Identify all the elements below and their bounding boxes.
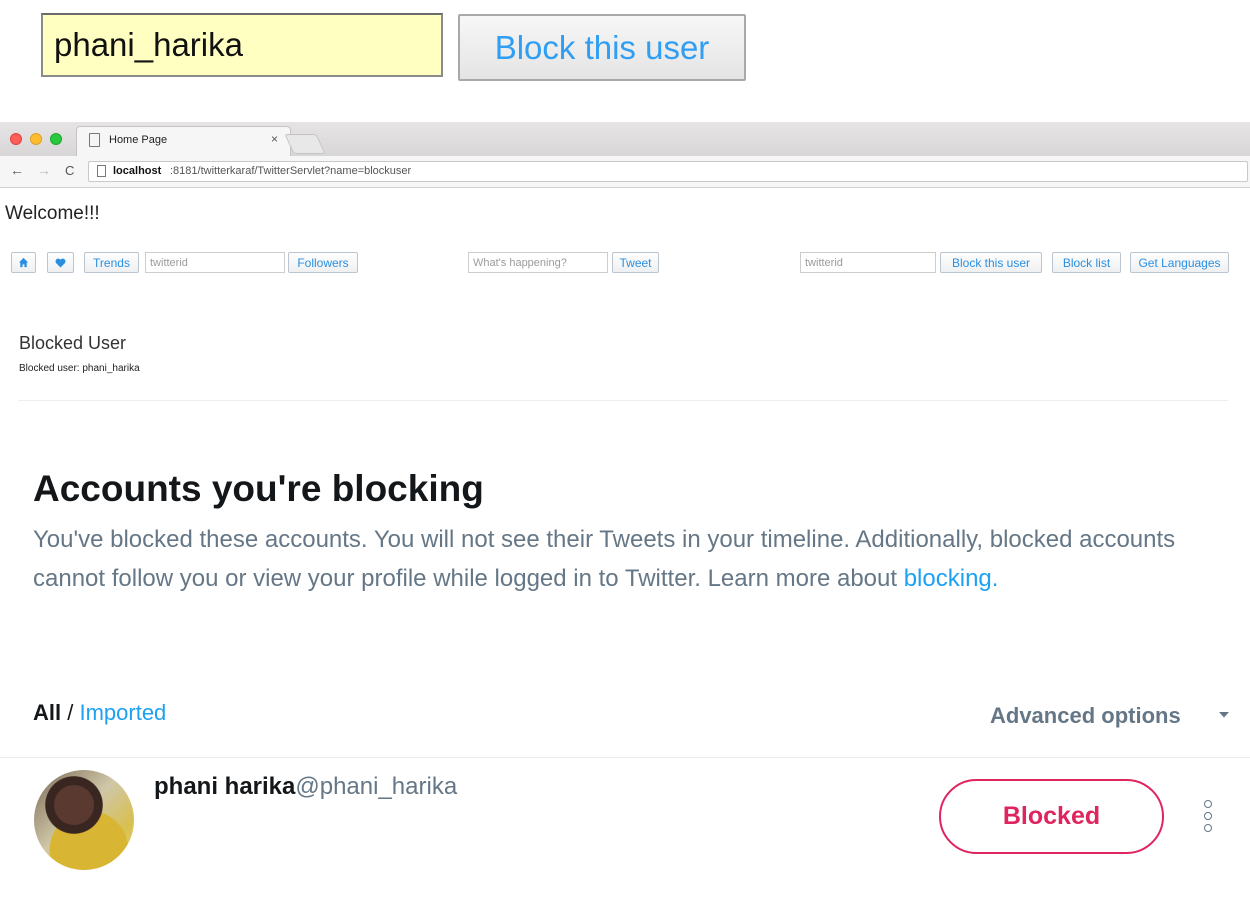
dot [1204, 800, 1212, 808]
heart-icon [55, 258, 66, 268]
learn-blocking-link[interactable]: blocking. [904, 565, 999, 592]
divider [0, 757, 1250, 758]
zoomed-block-user-button[interactable]: Block this user [458, 14, 746, 81]
filter-separator: / [61, 700, 80, 725]
account-name[interactable]: phani harika@phani_harika [154, 773, 457, 801]
caret-down-icon[interactable] [1218, 711, 1230, 719]
filter-imported[interactable]: Imported [79, 700, 166, 725]
dot [1204, 824, 1212, 832]
followers-twitterid-input[interactable] [145, 252, 285, 273]
forward-arrow-icon[interactable]: → [37, 162, 51, 178]
url-path: :8181/twitterkaraf/TwitterServlet?name=b… [170, 165, 412, 177]
block-user-button[interactable]: Block this user [940, 252, 1042, 273]
close-window-icon[interactable] [10, 133, 22, 145]
tweet-button[interactable]: Tweet [612, 252, 659, 273]
page-icon [89, 133, 100, 147]
account-display-name[interactable]: phani harika [154, 773, 295, 800]
favorites-button[interactable] [47, 252, 74, 273]
result-text: Blocked user: phani_harika [19, 363, 140, 374]
browser-toolbar: ← → C localhost :8181/twitterkaraf/Twitt… [0, 156, 1250, 188]
blocked-button[interactable]: Blocked [939, 779, 1164, 854]
result-title: Blocked User [19, 333, 127, 353]
tab-title: Home Page [109, 134, 168, 146]
home-icon [18, 257, 29, 268]
filter-all[interactable]: All [33, 700, 61, 725]
description-text: You've blocked these accounts. You will … [33, 526, 1176, 592]
back-arrow-icon[interactable]: ← [10, 162, 24, 178]
page-icon [97, 165, 106, 177]
dot [1204, 812, 1212, 820]
tweet-input[interactable] [468, 252, 608, 273]
minimize-window-icon[interactable] [30, 133, 42, 145]
blocking-description: You've blocked these accounts. You will … [33, 520, 1243, 598]
divider [18, 400, 1228, 401]
address-bar[interactable]: localhost :8181/twitterkaraf/TwitterServ… [88, 161, 1248, 182]
url-host: localhost [113, 165, 162, 177]
trends-button[interactable]: Trends [84, 252, 139, 273]
browser-tab-home[interactable]: Home Page × [76, 126, 291, 156]
account-handle[interactable]: @phani_harika [295, 773, 457, 800]
zoomed-twitterid-input[interactable] [41, 13, 443, 77]
avatar[interactable] [34, 770, 134, 870]
block-twitterid-input[interactable] [800, 252, 936, 273]
reload-icon[interactable]: C [65, 163, 74, 178]
home-button[interactable] [11, 252, 36, 273]
advanced-options-dropdown[interactable]: Advanced options [990, 703, 1181, 729]
get-languages-button[interactable]: Get Languages [1130, 252, 1229, 273]
tab-close-icon[interactable]: × [271, 132, 278, 146]
more-options-icon[interactable] [1203, 800, 1213, 834]
account-filter: All / Imported [33, 700, 166, 726]
welcome-heading: Welcome!!! [5, 203, 100, 224]
followers-button[interactable]: Followers [288, 252, 358, 273]
block-list-button[interactable]: Block list [1052, 252, 1121, 273]
blocking-heading: Accounts you're blocking [33, 468, 484, 509]
maximize-window-icon[interactable] [50, 133, 62, 145]
